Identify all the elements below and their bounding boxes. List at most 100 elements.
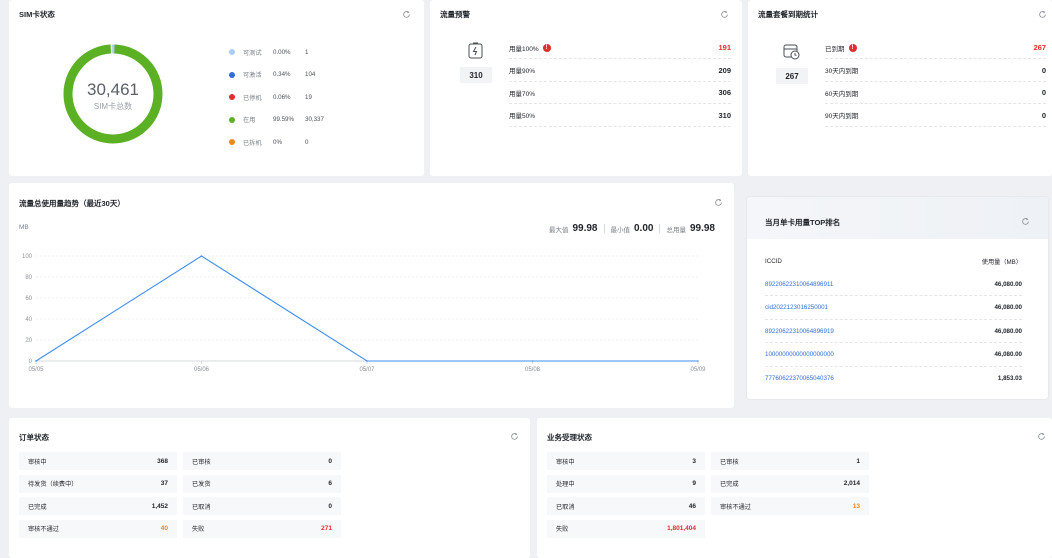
table-header: ICCID 使用量（MB） <box>765 250 1022 273</box>
status-label: 审核中 <box>28 458 47 466</box>
sim-total-value: 30,461 <box>87 80 139 99</box>
iccid-link[interactable]: 77760622370065040376 <box>765 375 834 382</box>
status-cell[interactable]: 已完成 2,014 <box>711 474 869 493</box>
status-cell[interactable]: 审核中 3 <box>547 452 705 470</box>
refresh-icon[interactable] <box>1037 432 1046 441</box>
list-item[interactable]: 90天内到期 0 <box>825 105 1046 127</box>
list-item[interactable]: 用量100%! 191 <box>509 37 731 59</box>
refresh-icon[interactable] <box>1038 10 1047 19</box>
iccid-link[interactable]: 10000000000000000000 <box>765 351 834 358</box>
x-tick-label: 05/07 <box>359 367 375 373</box>
status-value: 37 <box>160 480 168 488</box>
legend-count: 19 <box>305 93 312 101</box>
status-value: 1 <box>856 457 860 465</box>
traffic-alert-total: 310 <box>460 67 492 83</box>
status-value: 1,452 <box>151 502 168 510</box>
status-cell[interactable]: 已审核 1 <box>711 452 869 470</box>
status-label: 已取消 <box>556 503 575 511</box>
usage-value: 1,853.03 <box>997 375 1022 382</box>
table-row: 89220622310064896911 46,080.00 <box>765 273 1022 296</box>
status-value: 0 <box>328 502 332 510</box>
list-item[interactable]: 用量50% 310 <box>509 105 731 127</box>
status-cell[interactable]: 失败 1,801,404 <box>547 519 705 538</box>
stat-divider <box>603 224 605 233</box>
status-cell[interactable]: 审核不通过 40 <box>19 519 177 538</box>
stat-value: 0.00 <box>634 223 654 234</box>
refresh-icon[interactable] <box>510 432 519 441</box>
row-label: 30天内到期 <box>825 68 859 75</box>
status-cell[interactable]: 失败 271 <box>183 519 341 538</box>
status-value: 6 <box>328 480 332 488</box>
status-label: 审核中 <box>556 458 575 466</box>
y-tick-label: 80 <box>25 275 32 281</box>
traffic-trend-line-chart: 0 20 40 60 80 100 05/05 05/06 05/07 05/08 05/09 <box>22 254 706 373</box>
battery-charge-icon <box>468 42 483 59</box>
row-label-wrap: 用量50% <box>509 110 535 120</box>
row-label-wrap: 90天内到期 <box>825 110 858 120</box>
status-label: 已审核 <box>720 458 739 466</box>
row-label-wrap: 用量70% <box>509 88 535 98</box>
row-label: 60天内到期 <box>825 90 859 98</box>
row-label-wrap: 30天内到期 <box>825 65 858 75</box>
card-title: 当月单卡用量TOP排名 <box>765 218 841 227</box>
legend-label: 可测试 <box>243 49 262 57</box>
iccid-link[interactable]: 89220622310064896911 <box>765 281 833 288</box>
legend-item: 可测试 0.00% 1 <box>229 47 308 57</box>
table-row: 89220622310064896919 46,080.00 <box>765 320 1022 343</box>
x-tick-label: 05/09 <box>690 367 706 373</box>
sim-status-card: SIM卡状态 30,461 SIM卡总数 可测试 0.00% 1 可激活 0.34% 10… <box>9 0 424 176</box>
list-item[interactable]: 用量90% 209 <box>509 60 731 82</box>
row-label-wrap: 用量100%! <box>509 43 551 53</box>
order-status-card: 订单状态 审核中 368 待发货（续费中） 37 已完成 1,452 审核不通过 40 已审核 0… <box>9 418 530 558</box>
row-value: 310 <box>718 110 731 120</box>
stat-value: 99.98 <box>689 223 715 234</box>
refresh-icon[interactable] <box>402 10 411 19</box>
expiry-total: 267 <box>776 68 808 84</box>
list-item[interactable]: 30天内到期 0 <box>825 60 1046 82</box>
legend-percent: 0.06% <box>273 93 291 101</box>
usage-value: 46,080.00 <box>994 351 1022 358</box>
refresh-icon[interactable] <box>720 10 729 19</box>
status-cell[interactable]: 已取消 0 <box>183 497 341 516</box>
status-cell[interactable]: 审核不通过 13 <box>711 497 869 516</box>
list-item[interactable]: 已到期! 267 <box>825 37 1046 59</box>
list-item[interactable]: 用量70% 306 <box>509 82 731 104</box>
status-label: 审核不通过 <box>28 526 59 534</box>
row-value: 0 <box>1041 88 1046 97</box>
legend-color-dot <box>229 116 235 123</box>
legend-percent: 0% <box>273 138 282 146</box>
stat-label: 最小值 <box>610 226 631 234</box>
iccid-link[interactable]: 89220622310064896919 <box>765 328 834 335</box>
status-cell[interactable]: 已取消 46 <box>547 497 705 516</box>
row-label: 用量50% <box>509 113 536 120</box>
status-value: 368 <box>157 457 168 465</box>
status-cell[interactable]: 已完成 1,452 <box>19 497 177 516</box>
iccid-link[interactable]: cid2022123016250001 <box>765 304 828 311</box>
data-point <box>366 360 368 362</box>
traffic-trend-card: 流量总使用量趋势（最近30天） MB 最大值 99.98 最小值 0.00 总用量 99.… <box>9 183 734 408</box>
row-label: 用量100% <box>509 45 539 53</box>
legend-item: 在用 99.59% 30,337 <box>229 115 324 125</box>
legend-label: 可激活 <box>243 72 262 79</box>
status-value: 46 <box>688 502 696 510</box>
y-tick-label: 60 <box>25 296 32 302</box>
status-cell[interactable]: 审核中 368 <box>19 452 177 470</box>
legend-percent: 0.34% <box>273 71 291 78</box>
row-label: 已到期 <box>825 45 845 53</box>
status-value: 1,801,404 <box>667 525 696 533</box>
refresh-icon[interactable] <box>1021 217 1030 226</box>
row-label: 用量90% <box>509 68 536 75</box>
stat-value: 99.98 <box>572 223 598 234</box>
status-cell[interactable]: 处理中 9 <box>547 474 705 493</box>
row-label-wrap: 用量90% <box>509 65 535 75</box>
refresh-icon[interactable] <box>714 198 723 207</box>
card-title: 流量预警 <box>440 10 470 19</box>
status-cell[interactable]: 已发货 6 <box>183 474 341 493</box>
status-cell[interactable]: 待发货（续费中） 37 <box>19 474 177 493</box>
legend-color-dot <box>229 94 235 100</box>
business-status-card: 业务受理状态 审核中 3 处理中 9 已取消 46 失败 1,801,404 已审核 1 已完成 2,… <box>537 418 1052 558</box>
list-item[interactable]: 60天内到期 0 <box>825 82 1046 104</box>
legend-label: 在用 <box>243 117 256 124</box>
status-cell[interactable]: 已审核 0 <box>183 452 341 470</box>
data-point <box>35 360 37 362</box>
